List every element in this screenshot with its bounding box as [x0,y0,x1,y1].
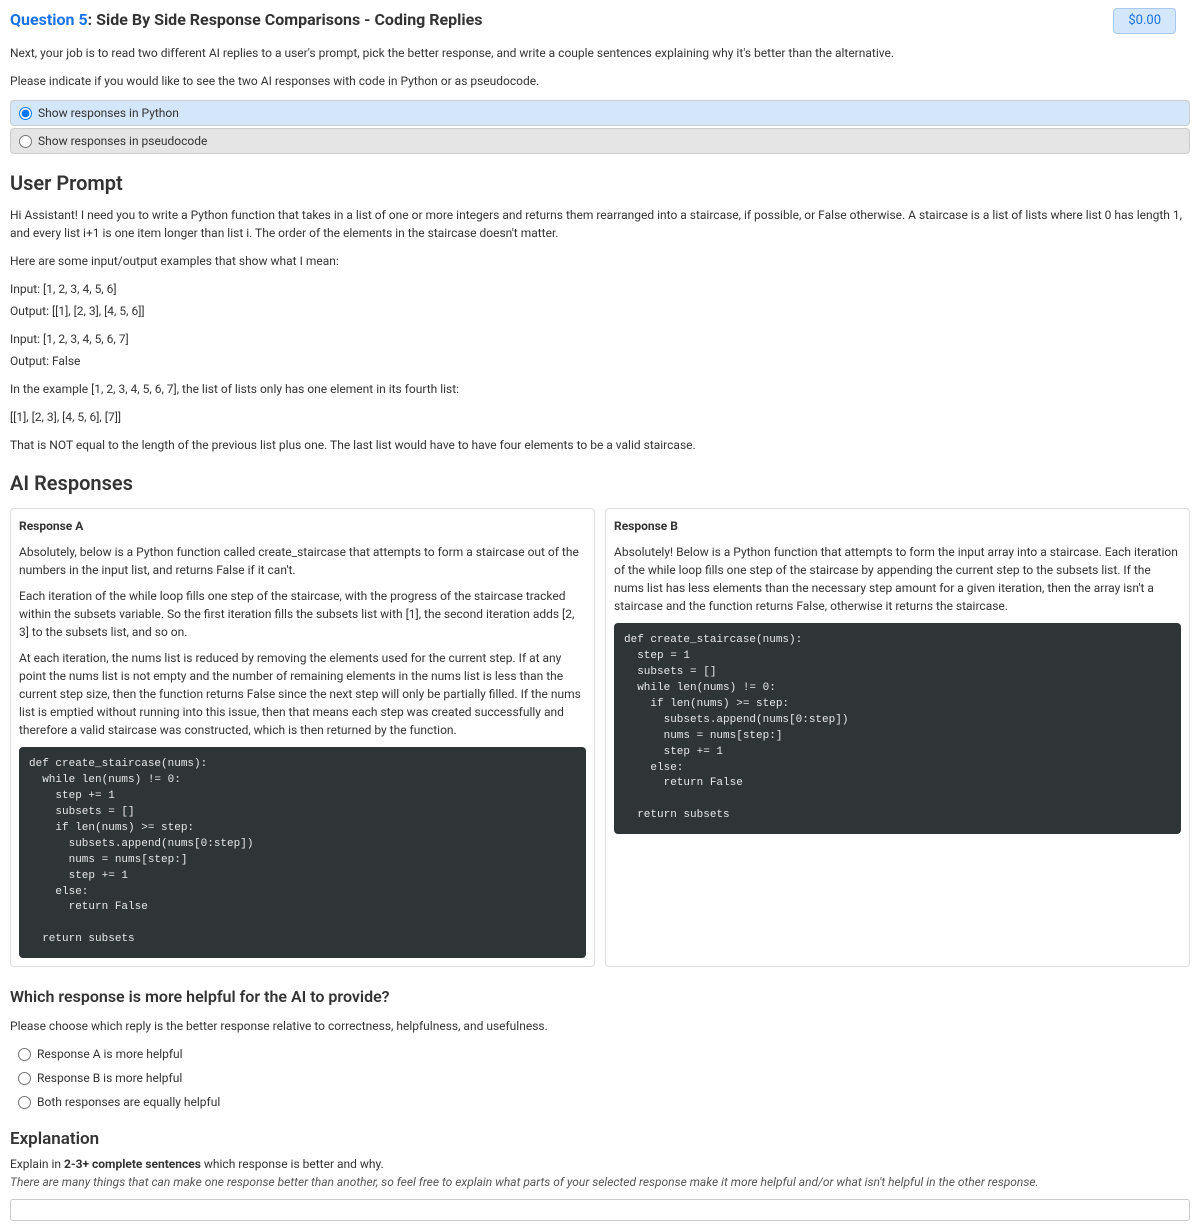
helpful-option-a-radio[interactable] [18,1048,31,1061]
user-prompt-title: User Prompt [10,168,1190,198]
response-b-body: Absolutely! Below is a Python function t… [614,543,1181,834]
prompt-paragraph-4: That is NOT equal to the length of the p… [10,436,1190,454]
explanation-line1b: 2-3+ complete sentences [64,1157,201,1171]
response-a-code: def create_staircase(nums): while len(nu… [19,747,586,958]
price-value: $0.00 [1128,13,1161,28]
prompt-paragraph-3: In the example [1, 2, 3, 4, 5, 6, 7], th… [10,380,1190,398]
explanation-header: Explanation [10,1127,1190,1153]
helpful-option-both-label: Both responses are equally helpful [37,1093,220,1111]
helpful-option-b-radio[interactable] [18,1072,31,1085]
prompt-paragraph-2: Here are some input/output examples that… [10,252,1190,270]
question-header: Question 5: Side By Side Response Compar… [10,8,1190,32]
helpful-option-b[interactable]: Response B is more helpful [10,1067,1190,1089]
question-number: Question 5 [10,10,88,29]
helpful-option-a[interactable]: Response A is more helpful [10,1043,1190,1065]
explanation-line1c: which response is better and why. [201,1157,384,1171]
option-pseudocode-row[interactable]: Show responses in pseudocode [10,128,1190,154]
option-pseudocode-label: Show responses in pseudocode [38,132,207,150]
explanation-input[interactable] [10,1199,1190,1221]
option-pseudocode-radio[interactable] [19,135,32,148]
helpful-option-a-label: Response A is more helpful [37,1045,183,1063]
question-title: : Side By Side Response Comparisons - Co… [88,10,483,29]
explanation-line1: Explain in 2-3+ complete sentences which… [10,1155,1190,1173]
page-container: $0.00 Question 5: Side By Side Response … [10,8,1190,1221]
helpful-instruction: Please choose which reply is the better … [10,1017,1190,1035]
response-a-column: Response A Absolutely, below is a Python… [10,508,595,967]
response-a-p1: Absolutely, below is a Python function c… [19,543,586,579]
price-badge: $0.00 [1113,8,1176,34]
response-a-header: Response A [19,517,586,535]
response-b-column: Response B Absolutely! Below is a Python… [605,508,1190,967]
prompt-paragraph-1: Hi Assistant! I need you to write a Pyth… [10,206,1190,242]
response-a-p2: Each iteration of the while loop fills o… [19,587,586,641]
helpful-option-b-label: Response B is more helpful [37,1069,182,1087]
response-b-p1: Absolutely! Below is a Python function t… [614,543,1181,615]
helpful-question: Which response is more helpful for the A… [10,985,1190,1009]
explanation-line2: There are many things that can make one … [10,1173,1190,1191]
format-instruction: Please indicate if you would like to see… [10,72,1190,90]
response-b-code: def create_staircase(nums): step = 1 sub… [614,623,1181,834]
example2-input: Input: [1, 2, 3, 4, 5, 6, 7] [10,330,1190,348]
helpful-options: Response A is more helpful Response B is… [10,1043,1190,1113]
example1-output: Output: [[1], [2, 3], [4, 5, 6]] [10,302,1190,320]
explanation-line1a: Explain in [10,1157,64,1171]
prompt-list: [[1], [2, 3], [4, 5, 6], [7]] [10,408,1190,426]
option-python-radio[interactable] [19,107,32,120]
response-b-header: Response B [614,517,1181,535]
helpful-option-both[interactable]: Both responses are equally helpful [10,1091,1190,1113]
responses-row: Response A Absolutely, below is a Python… [10,508,1190,967]
example2-output: Output: False [10,352,1190,370]
helpful-option-both-radio[interactable] [18,1096,31,1109]
response-a-p3: At each iteration, the nums list is redu… [19,649,586,739]
example1-input: Input: [1, 2, 3, 4, 5, 6] [10,280,1190,298]
option-python-label: Show responses in Python [38,104,179,122]
ai-responses-title: AI Responses [10,468,1190,498]
option-python-row[interactable]: Show responses in Python [10,100,1190,126]
job-instruction: Next, your job is to read two different … [10,44,1190,62]
response-a-body: Absolutely, below is a Python function c… [19,543,586,958]
